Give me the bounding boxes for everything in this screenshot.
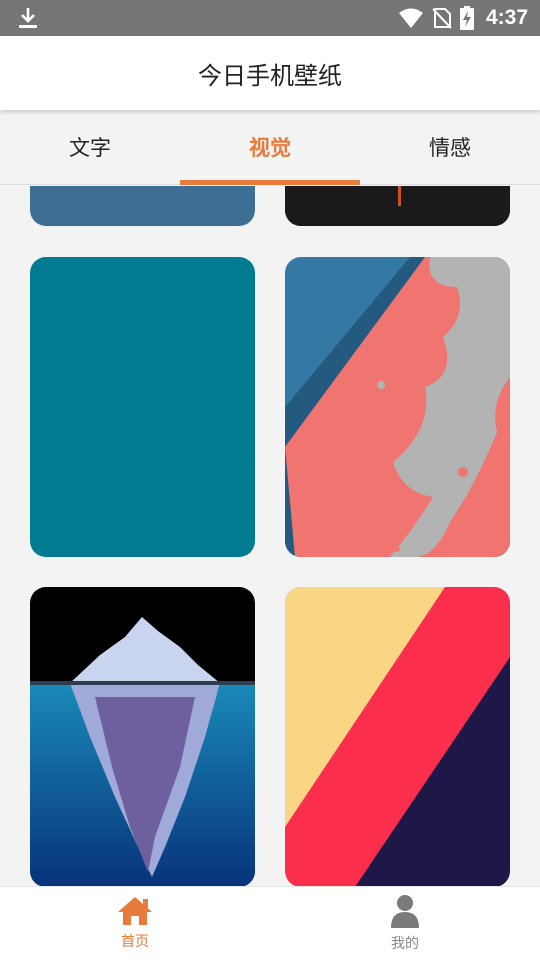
tab-emotion[interactable]: 情感 [360, 110, 540, 184]
wallpaper-grid [0, 186, 540, 886]
wallpaper-card-abstract[interactable] [285, 257, 510, 557]
download-icon [19, 8, 37, 28]
nav-mine-label: 我的 [391, 936, 419, 952]
wallpaper-card-teal[interactable] [30, 257, 255, 557]
wallpaper-card-steel-blue[interactable] [30, 186, 255, 226]
wifi-icon [398, 8, 423, 28]
nav-mine[interactable]: 我的 [270, 887, 540, 960]
wallpaper-thumbnail [285, 587, 510, 886]
status-bar: 4:37 [0, 0, 540, 36]
wallpaper-thumbnail [285, 186, 510, 226]
no-sim-icon [432, 8, 452, 29]
tab-text[interactable]: 文字 [0, 110, 180, 184]
wallpaper-thumbnail [285, 257, 510, 557]
nav-home[interactable]: 首页 [0, 887, 270, 960]
page-title: 今日手机壁纸 [198, 61, 342, 90]
wallpaper-card-iceberg[interactable] [30, 587, 255, 886]
clock: 4:37 [485, 6, 528, 29]
battery-charging-icon [459, 6, 474, 30]
wallpaper-card-black-orange[interactable] [285, 186, 510, 226]
category-tabs: 文字 视觉 情感 [0, 110, 540, 185]
home-icon [118, 897, 152, 925]
nav-home-label: 首页 [121, 934, 149, 950]
wallpaper-card-stripes[interactable] [285, 587, 510, 886]
app-bar: 今日手机壁纸 [0, 36, 540, 110]
bottom-navigation: 首页 我的 [0, 886, 540, 960]
person-icon [391, 895, 419, 928]
wallpaper-thumbnail [30, 587, 255, 886]
tab-visual[interactable]: 视觉 [180, 110, 360, 185]
